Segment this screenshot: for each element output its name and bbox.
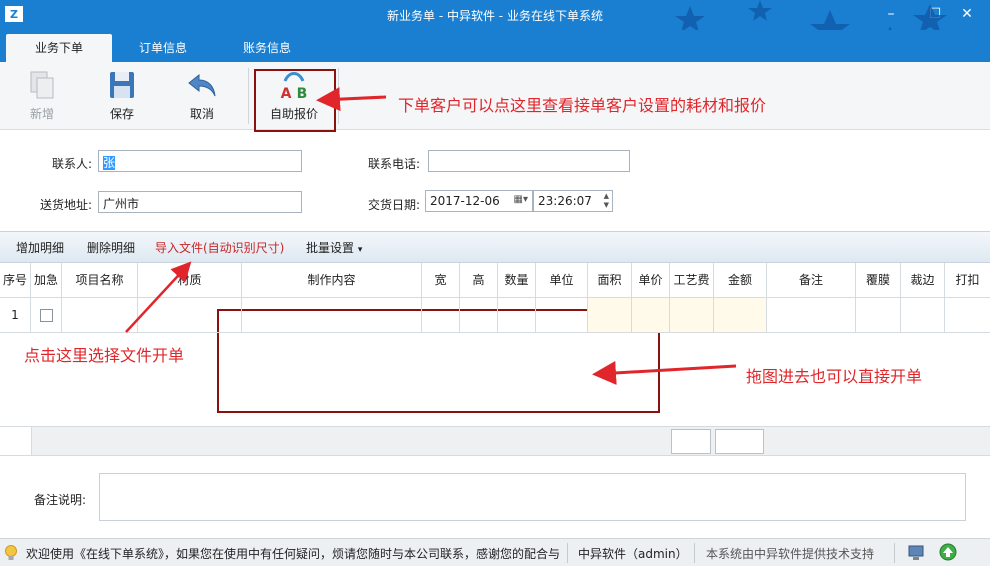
col-header-amount[interactable]: 金额 [714, 263, 767, 298]
col-header-urgent[interactable]: 加急 [31, 263, 62, 298]
delivery-date-value: 2017-12-06 [430, 194, 500, 208]
item-name-cell[interactable] [62, 298, 138, 333]
phone-label: 联系电话: [367, 157, 420, 171]
new-button[interactable]: 新增 [10, 66, 74, 126]
col-header-material[interactable]: 材质 [138, 263, 242, 298]
width-cell[interactable] [422, 298, 460, 333]
calendar-dropdown-icon[interactable]: ▦▾ [514, 194, 528, 205]
status-separator [694, 543, 695, 563]
trim-cell[interactable] [901, 298, 945, 333]
quantity-cell[interactable] [498, 298, 536, 333]
col-header-item-name[interactable]: 项目名称 [62, 263, 138, 298]
lightbulb-icon [5, 545, 17, 560]
unit-price-cell [632, 298, 670, 333]
lamination-cell[interactable] [856, 298, 901, 333]
remark-textarea[interactable] [99, 473, 966, 521]
col-header-remark[interactable]: 备注 [767, 263, 856, 298]
grid-summary-row [0, 426, 990, 456]
new-document-icon [30, 71, 54, 99]
toolbar-separator [338, 68, 339, 124]
col-header-lamination[interactable]: 覆膜 [856, 263, 901, 298]
summary-craft-fee-box [671, 429, 711, 454]
save-disk-icon [110, 72, 134, 98]
col-header-trim[interactable]: 裁边 [901, 263, 945, 298]
amount-cell [714, 298, 767, 333]
area-cell [588, 298, 632, 333]
auto-quote-highlight-box [254, 69, 336, 132]
status-welcome: 欢迎使用《在线下单系统》，如果您在使用中有任何疑问，烦请您随时与本公司联系，感谢… [26, 547, 561, 561]
annotation-drag-drop: 拖图进去也可以直接开单 [746, 367, 923, 386]
close-button[interactable]: ✕ [950, 0, 984, 28]
col-header-content[interactable]: 制作内容 [242, 263, 422, 298]
status-separator [894, 543, 895, 563]
title-bar: Z 新业务单 - 中异软件 - 业务在线下单系统 – ☐ ✕ [0, 0, 990, 30]
address-label: 送货地址: [39, 198, 92, 212]
delivery-time-value: 23:26:07 [538, 194, 592, 208]
app-window: Z 新业务单 - 中异软件 - 业务在线下单系统 – ☐ ✕ 业务下单 订单信息… [0, 0, 990, 566]
import-file-button[interactable]: 导入文件(自动识别尺寸) [155, 239, 284, 256]
delivery-date-picker[interactable]: 2017-12-06 ▦▾ [425, 190, 533, 212]
col-header-index[interactable]: 序号 [0, 263, 31, 298]
remark-cell[interactable] [767, 298, 856, 333]
grid-header-row: 序号 加急 项目名称 材质 制作内容 宽 高 数量 单位 面积 单价 工艺费 金… [0, 263, 990, 298]
height-cell[interactable] [460, 298, 498, 333]
tab-business-order[interactable]: 业务下单 [6, 34, 112, 62]
add-detail-button[interactable]: 增加明细 [16, 239, 64, 256]
toolbar-separator [248, 68, 249, 124]
tab-account-info[interactable]: 账务信息 [214, 34, 320, 62]
delivery-time-spinner[interactable]: 23:26:07 ▲ ▼ [533, 190, 613, 212]
summary-corner [0, 427, 32, 455]
contact-input[interactable]: 张 [98, 150, 302, 172]
col-header-craft-fee[interactable]: 工艺费 [670, 263, 714, 298]
col-header-height[interactable]: 高 [460, 263, 498, 298]
status-support: 本系统由中异软件提供技术支持 [706, 547, 875, 561]
undo-arrow-icon [188, 73, 216, 97]
window-title: 新业务单 - 中异软件 - 业务在线下单系统 [387, 9, 603, 23]
batch-settings-label: 批量设置 [306, 241, 355, 255]
urgent-checkbox[interactable] [39, 309, 53, 322]
col-header-quantity[interactable]: 数量 [498, 263, 536, 298]
urgent-checkbox-cell[interactable] [31, 298, 62, 333]
annotation-auto-quote: 下单客户可以点这里查看接单客户设置的耗材和报价 [398, 96, 767, 115]
row-index-cell: 1 [0, 298, 31, 333]
contact-label: 联系人: [51, 157, 92, 171]
col-header-width[interactable]: 宽 [422, 263, 460, 298]
minimize-button[interactable]: – [874, 0, 908, 28]
status-separator [567, 543, 568, 563]
dropdown-arrow-icon: ▾ [357, 245, 363, 255]
phone-input[interactable] [428, 150, 630, 172]
maximize-button[interactable]: ☐ [918, 0, 952, 28]
tab-bar: 业务下单 订单信息 账务信息 [0, 30, 990, 62]
tab-order-info[interactable]: 订单信息 [110, 34, 216, 62]
address-input[interactable]: 广州市 [98, 191, 302, 213]
content-cell[interactable] [242, 298, 422, 333]
status-bar: 欢迎使用《在线下单系统》，如果您在使用中有任何疑问，烦请您随时与本公司联系，感谢… [0, 538, 990, 566]
table-row[interactable]: 1 [0, 298, 990, 333]
upgrade-icon[interactable] [939, 543, 957, 561]
craft-fee-cell [670, 298, 714, 333]
status-user: 中异软件（admin） [578, 547, 688, 561]
summary-amount-box [715, 429, 764, 454]
unit-cell[interactable] [536, 298, 588, 333]
col-header-unit[interactable]: 单位 [536, 263, 588, 298]
remark-label: 备注说明: [33, 493, 86, 507]
buckle-cell[interactable] [945, 298, 990, 333]
col-header-unit-price[interactable]: 单价 [632, 263, 670, 298]
detail-toolbar: 增加明细 删除明细 导入文件(自动识别尺寸) 批量设置 ▾ [0, 231, 990, 263]
material-cell[interactable] [138, 298, 242, 333]
delivery-date-label: 交货日期: [367, 198, 420, 212]
cancel-button[interactable]: 取消 [170, 66, 234, 126]
contact-value: 张 [103, 156, 116, 170]
annotation-import-file: 点击这里选择文件开单 [24, 346, 185, 365]
batch-settings-dropdown[interactable]: 批量设置 ▾ [306, 239, 362, 256]
save-button[interactable]: 保存 [90, 66, 154, 126]
delete-detail-button[interactable]: 删除明细 [87, 239, 135, 256]
monitor-icon[interactable] [908, 544, 926, 562]
col-header-buckle[interactable]: 打扣 [945, 263, 990, 298]
col-header-area[interactable]: 面积 [588, 263, 632, 298]
spin-arrows-icon[interactable]: ▲ ▼ [604, 192, 609, 210]
